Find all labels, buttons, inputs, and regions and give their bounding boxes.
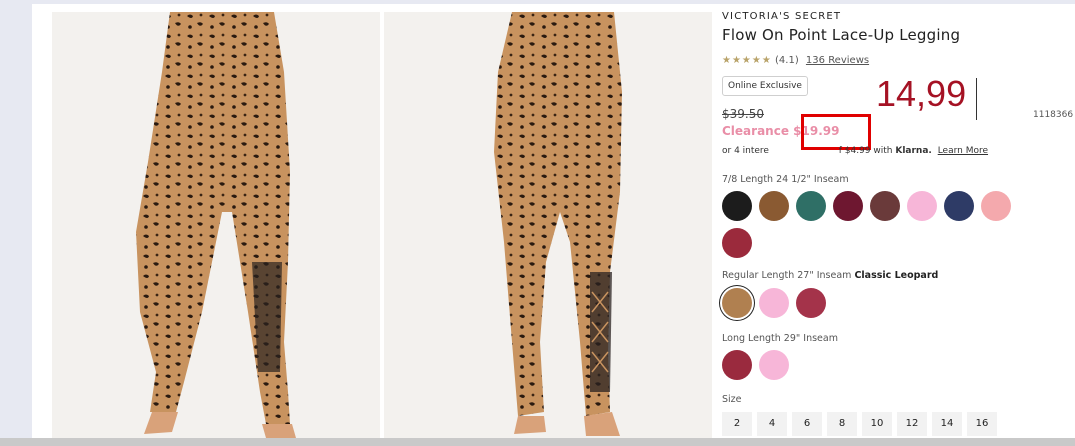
klarna-installments: or 4 intere f $4.99 with Klarna. Learn M…: [722, 146, 988, 156]
color-swatch[interactable]: [870, 191, 900, 221]
highlight-box: [801, 114, 871, 150]
original-price: $39.50: [722, 107, 764, 121]
selected-color-name: Classic Leopard: [854, 270, 939, 281]
overlay-price-text[interactable]: 14,99: [876, 74, 966, 114]
size-option[interactable]: 6: [792, 412, 822, 436]
leggings-back-illustration: [494, 12, 622, 436]
color-swatch[interactable]: [907, 191, 937, 221]
color-swatch[interactable]: [722, 350, 752, 380]
color-swatch[interactable]: [722, 191, 752, 221]
klarna-logo: Klarna.: [895, 146, 932, 156]
star-rating-icon: ★★★★★: [722, 55, 772, 66]
color-swatch[interactable]: [759, 350, 789, 380]
online-exclusive-badge: Online Exclusive: [722, 76, 808, 96]
klarna-text-start: or 4 intere: [722, 146, 769, 156]
variant-label-7-8: 7/8 Length 24 1/2" Inseam: [722, 174, 849, 185]
text-cursor: [976, 78, 977, 120]
variant-label-text: Regular Length 27" Inseam: [722, 270, 852, 281]
swatch-group-7-8: [722, 191, 1052, 265]
color-swatch[interactable]: [796, 191, 826, 221]
color-swatch[interactable]: [981, 191, 1011, 221]
learn-more-link[interactable]: Learn More: [938, 146, 988, 156]
leggings-front-illustration: [136, 12, 296, 438]
bottom-scroll-area: [0, 438, 1075, 446]
color-swatch[interactable]: [759, 191, 789, 221]
variant-label-text: 7/8 Length 24 1/2" Inseam: [722, 174, 849, 185]
size-options: 2 4 6 8 10 12 14 16: [722, 412, 1002, 436]
sku-number: 1118366: [1033, 110, 1074, 120]
variant-label-long: Long Length 29" Inseam: [722, 333, 838, 344]
size-option[interactable]: 4: [757, 412, 787, 436]
product-title: Flow On Point Lace-Up Legging: [722, 26, 961, 44]
variant-label-text: Long Length 29" Inseam: [722, 333, 838, 344]
color-swatch[interactable]: [796, 288, 826, 318]
size-option[interactable]: 14: [932, 412, 962, 436]
size-label: Size: [722, 394, 742, 405]
size-option[interactable]: 12: [897, 412, 927, 436]
product-image-front[interactable]: [52, 12, 380, 438]
size-option[interactable]: 10: [862, 412, 892, 436]
size-option[interactable]: 2: [722, 412, 752, 436]
brand-name: VICTORIA'S SECRET: [722, 11, 842, 22]
swatch-group-regular: [722, 288, 1052, 325]
product-page: VICTORIA'S SECRET Flow On Point Lace-Up …: [32, 4, 1075, 438]
color-swatch[interactable]: [722, 228, 752, 258]
color-swatch[interactable]: [759, 288, 789, 318]
color-swatch[interactable]: [722, 288, 752, 318]
size-option[interactable]: 8: [827, 412, 857, 436]
reviews-link[interactable]: 136 Reviews: [806, 55, 869, 66]
rating-value: (4.1): [775, 55, 799, 66]
size-option[interactable]: 16: [967, 412, 997, 436]
color-swatch[interactable]: [944, 191, 974, 221]
variant-label-regular: Regular Length 27" Inseam Classic Leopar…: [722, 270, 938, 281]
rating-row[interactable]: ★★★★★ (4.1) 136 Reviews: [722, 55, 869, 66]
swatch-group-long: [722, 350, 1052, 387]
color-swatch[interactable]: [833, 191, 863, 221]
product-image-back[interactable]: [384, 12, 712, 438]
klarna-text-mid: f $4.99 with: [838, 146, 893, 156]
product-info: VICTORIA'S SECRET Flow On Point Lace-Up …: [722, 4, 1075, 438]
